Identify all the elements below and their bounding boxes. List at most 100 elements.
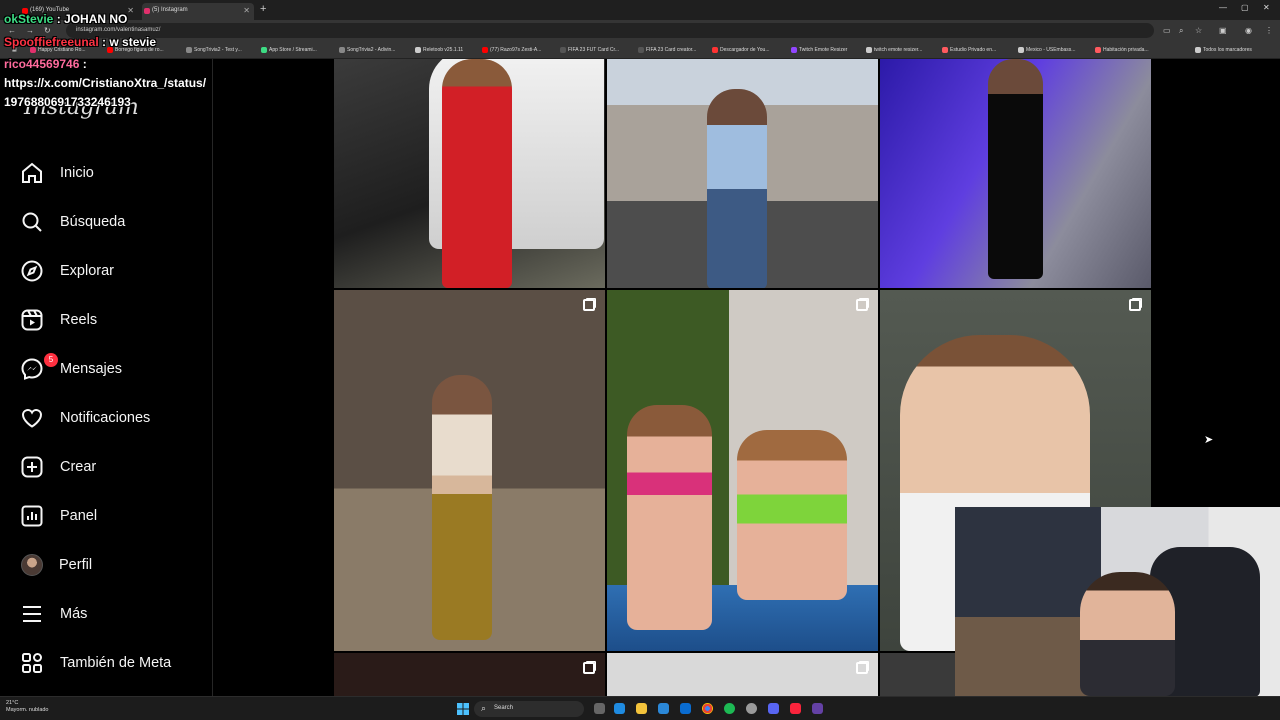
search-placeholder: Search bbox=[494, 705, 514, 711]
carousel-icon bbox=[856, 662, 868, 674]
discord-icon[interactable] bbox=[768, 703, 779, 714]
sidebar-item-label: Perfil bbox=[59, 557, 93, 573]
bookmark-item[interactable]: FIFA 23 Card creator... bbox=[638, 47, 696, 53]
edge-icon[interactable] bbox=[614, 703, 625, 714]
menu-icon bbox=[23, 606, 41, 622]
bookmark-item[interactable]: FIFA 23 FUT Card Cr... bbox=[560, 47, 619, 53]
bookmark-item[interactable]: twitch emote resizer... bbox=[866, 47, 922, 53]
instagram-icon bbox=[144, 8, 150, 14]
address-bar[interactable]: instagram.com/valentinasamuz/ bbox=[66, 23, 1154, 38]
post-thumbnail[interactable] bbox=[334, 290, 605, 651]
weather-widget[interactable]: 21°C Mayorm. nublado bbox=[6, 700, 49, 714]
heart-icon bbox=[21, 409, 43, 428]
search-icon bbox=[22, 212, 42, 232]
bookmark-item[interactable]: Reletoob v25.1.11 bbox=[415, 47, 463, 53]
sidebar-item-label: Búsqueda bbox=[60, 214, 126, 230]
bookmark-favicon-icon bbox=[482, 47, 488, 53]
bookmark-favicon-icon bbox=[791, 47, 797, 53]
chat-message: rico44569746 : bbox=[4, 57, 87, 71]
sidebar-item-busqueda[interactable]: Búsqueda bbox=[12, 202, 202, 242]
chart-icon bbox=[21, 505, 43, 527]
post-thumbnail[interactable] bbox=[607, 290, 878, 651]
sidebar-item-panel[interactable]: Panel bbox=[12, 496, 202, 536]
sidebar-item-mas[interactable]: Más bbox=[12, 594, 202, 634]
chrome-icon[interactable] bbox=[702, 703, 713, 714]
star-icon[interactable]: ☆ bbox=[1195, 26, 1202, 35]
meta-icon bbox=[22, 653, 42, 673]
sidebar-item-label: Inicio bbox=[60, 165, 94, 181]
person-image bbox=[988, 59, 1043, 279]
bookmark-item[interactable]: Descargador de You... bbox=[712, 47, 769, 53]
outlook-icon[interactable] bbox=[680, 703, 691, 714]
browser-tabstrip: (169) YouTube ✕ (5) Instagram ✕ + — ▢ ✕ bbox=[0, 0, 1280, 20]
store-icon[interactable] bbox=[658, 703, 669, 714]
carousel-icon bbox=[1129, 299, 1141, 311]
sidebar-item-notificaciones[interactable]: Notificaciones bbox=[12, 398, 202, 438]
sidebar-item-inicio[interactable]: Inicio bbox=[12, 153, 202, 193]
sidebar-item-mensajes[interactable]: 5 Mensajes bbox=[12, 349, 202, 389]
weather-desc: Mayorm. nublado bbox=[6, 707, 49, 713]
person-image bbox=[432, 375, 492, 640]
bookmark-item[interactable]: (77) Razo97s Zesti-A... bbox=[482, 47, 541, 53]
search-icon: ⌕ bbox=[481, 703, 487, 713]
post-thumbnail[interactable] bbox=[607, 59, 878, 288]
mouse-cursor-icon: ➤ bbox=[1204, 434, 1214, 446]
zoom-icon[interactable]: ⌕ bbox=[1179, 26, 1183, 36]
sidebar-item-label: Explorar bbox=[60, 263, 114, 279]
maximize-button[interactable]: ▢ bbox=[1241, 3, 1249, 12]
windows-taskbar: 21°C Mayorm. nublado ⌕ Search bbox=[0, 696, 1280, 720]
cast-icon[interactable]: ▭ bbox=[1163, 26, 1171, 35]
sidebar-item-label: Más bbox=[60, 606, 88, 622]
sidebar-item-label: Panel bbox=[60, 508, 98, 524]
bookmarks-bar: ▦ Happy Cristiano Ro... Borrego figura d… bbox=[0, 42, 1280, 59]
spotify-icon[interactable] bbox=[724, 703, 735, 714]
bookmark-item[interactable]: Habitación privada... bbox=[1095, 47, 1149, 53]
close-icon[interactable]: ✕ bbox=[127, 6, 134, 15]
bookmark-favicon-icon bbox=[415, 47, 421, 53]
bookmark-item[interactable]: Estudio Privado en... bbox=[942, 47, 996, 53]
windows-start-icon[interactable] bbox=[457, 703, 469, 715]
new-tab-button[interactable]: + bbox=[260, 3, 266, 15]
bookmark-item[interactable]: SongTrivia2 - Adivin... bbox=[339, 47, 395, 53]
bookmark-item[interactable]: Mexico - USEmbass... bbox=[1018, 47, 1075, 53]
back-icon[interactable]: ← bbox=[8, 26, 16, 35]
bookmark-favicon-icon bbox=[866, 47, 872, 53]
taskbar-search[interactable]: ⌕ Search bbox=[474, 701, 584, 717]
close-icon[interactable]: ✕ bbox=[243, 6, 250, 15]
reload-icon[interactable]: ↻ bbox=[44, 26, 51, 35]
profile-icon[interactable]: ◉ bbox=[1245, 26, 1252, 35]
all-bookmarks-folder[interactable]: Todos los marcadores bbox=[1195, 47, 1252, 53]
forward-icon[interactable]: → bbox=[26, 26, 34, 35]
home-icon bbox=[22, 162, 42, 183]
sidebar-item-tambien-de-meta[interactable]: También de Meta bbox=[12, 643, 202, 683]
sidebar-item-reels[interactable]: Reels bbox=[12, 300, 202, 340]
plus-square-icon bbox=[21, 456, 43, 478]
minimize-button[interactable]: — bbox=[1219, 3, 1227, 12]
obs-icon[interactable] bbox=[746, 703, 757, 714]
close-window-button[interactable]: ✕ bbox=[1263, 3, 1270, 12]
twitch-icon[interactable] bbox=[812, 703, 823, 714]
sidebar-item-crear[interactable]: Crear bbox=[12, 447, 202, 487]
weather-temp: 21°C bbox=[6, 700, 19, 706]
post-thumbnail[interactable] bbox=[880, 59, 1151, 288]
post-thumbnail[interactable] bbox=[334, 59, 605, 288]
post-thumbnail[interactable] bbox=[334, 653, 605, 696]
notification-badge: 5 bbox=[44, 353, 58, 367]
chat-text: : JOHAN NO bbox=[56, 12, 128, 26]
music-icon[interactable] bbox=[790, 703, 801, 714]
instagram-sidebar: Instagram Inicio Búsqueda Explorar Reels… bbox=[0, 59, 213, 696]
post-thumbnail[interactable] bbox=[607, 653, 878, 696]
bookmark-item[interactable]: SongTrivia2 - Test y... bbox=[186, 47, 242, 53]
sidebar-item-explorar[interactable]: Explorar bbox=[12, 251, 202, 291]
kebab-menu-icon[interactable]: ⋮ bbox=[1265, 26, 1273, 35]
tab-instagram[interactable]: (5) Instagram ✕ bbox=[142, 3, 254, 20]
person-image bbox=[737, 430, 847, 600]
chat-message: okStevie : JOHAN NO bbox=[4, 12, 127, 26]
task-view-icon[interactable] bbox=[594, 703, 605, 714]
extensions-icon[interactable]: ▣ bbox=[1219, 26, 1227, 35]
compass-icon bbox=[21, 260, 43, 282]
file-explorer-icon[interactable] bbox=[636, 703, 647, 714]
sidebar-item-perfil[interactable]: Perfil bbox=[12, 545, 202, 585]
bookmark-item[interactable]: App Store / Streami... bbox=[261, 47, 317, 53]
bookmark-item[interactable]: Twitch Emote Resizer bbox=[791, 47, 847, 53]
